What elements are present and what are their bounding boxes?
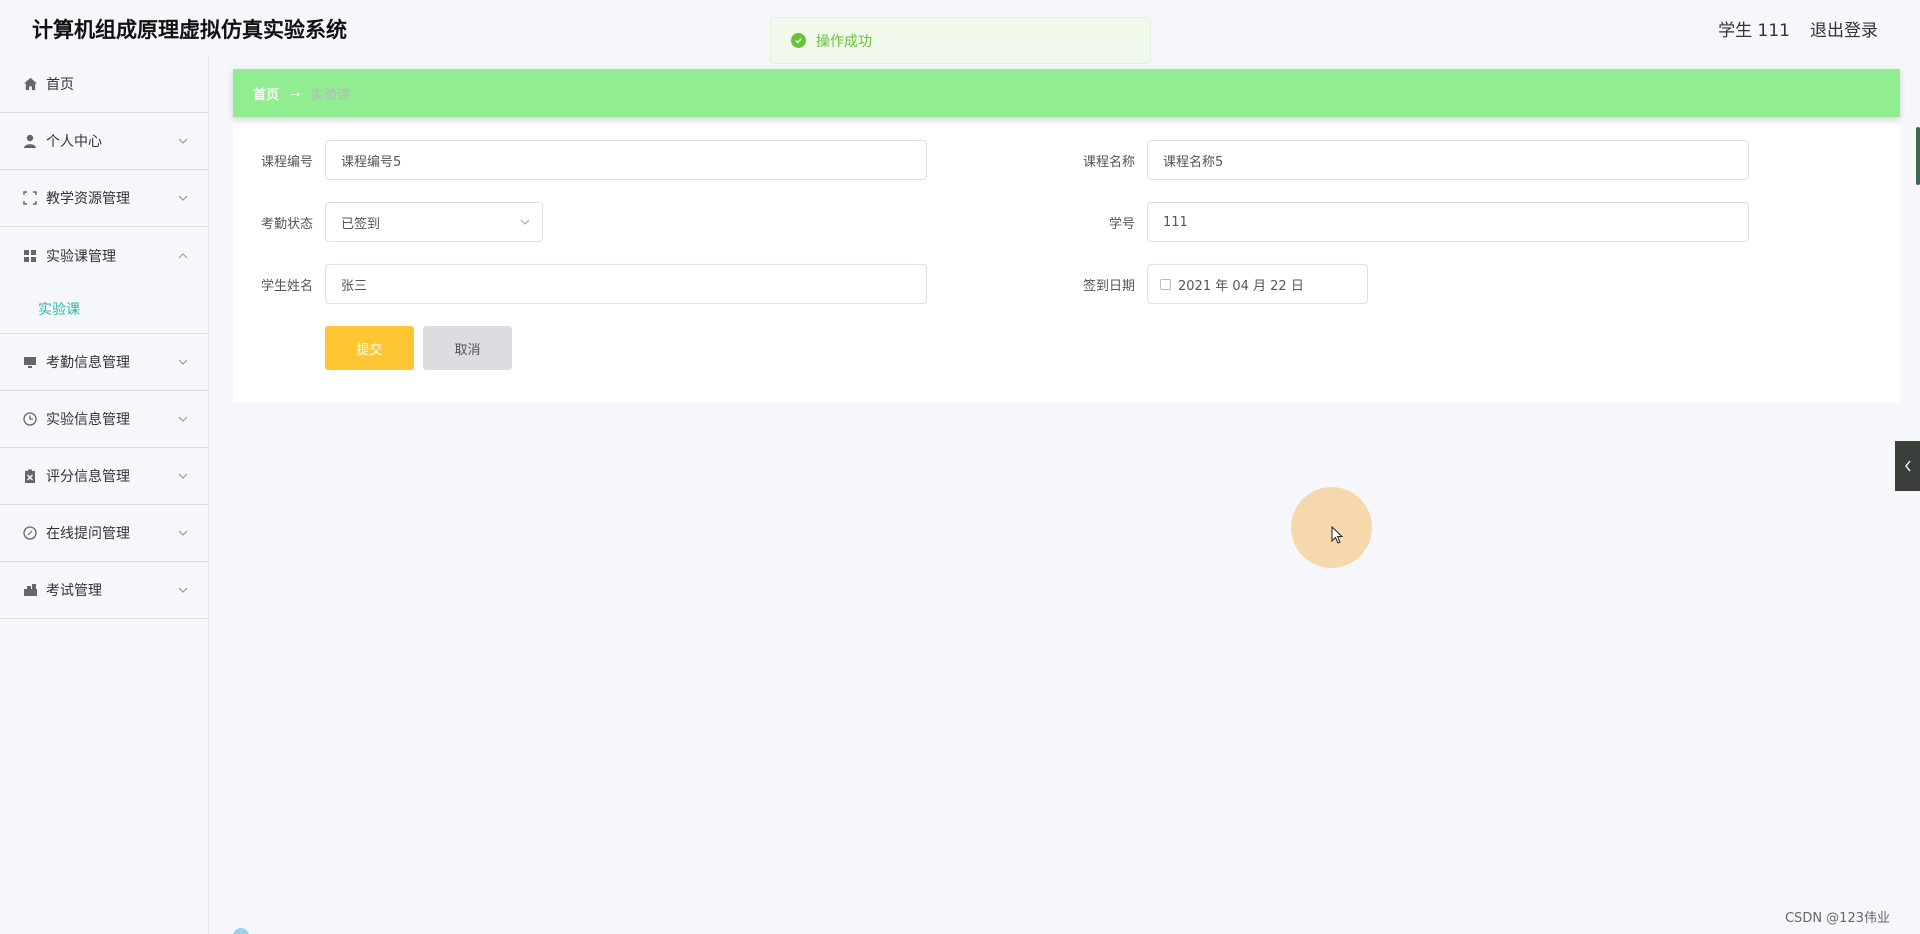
- clipboard-icon: [22, 468, 38, 484]
- student-name-input[interactable]: 张三: [325, 264, 927, 304]
- breadcrumb-current: 实验课: [311, 87, 351, 103]
- grid-icon: [22, 248, 38, 264]
- logout-link[interactable]: 退出登录: [1810, 16, 1878, 41]
- course-name-input[interactable]: 课程名称5: [1147, 140, 1749, 180]
- course-name-label: 课程名称: [1082, 155, 1135, 170]
- user-icon: [22, 133, 38, 149]
- check-circle-icon: [791, 33, 806, 48]
- chevron-down-icon: [520, 219, 530, 225]
- attendance-status-label: 考勤状态: [260, 217, 313, 232]
- sign-date-value: 2021 年 04 月 22 日: [1178, 278, 1304, 294]
- scrollbar-thumb[interactable]: [1916, 127, 1920, 185]
- sidebar-item-label: 个人中心: [46, 134, 102, 150]
- chevron-up-icon: [178, 252, 188, 258]
- success-toast: 操作成功: [770, 17, 1151, 64]
- chevron-down-icon: [178, 195, 188, 201]
- toast-message: 操作成功: [816, 33, 872, 50]
- submit-button[interactable]: 提交: [325, 326, 414, 370]
- sidebar-item-score-info[interactable]: 评分信息管理: [0, 448, 208, 505]
- sidebar-item-personal-center[interactable]: 个人中心: [0, 113, 208, 170]
- course-no-label: 课程编号: [260, 155, 313, 170]
- attendance-status-select[interactable]: 已签到: [325, 202, 543, 242]
- breadcrumb-home-link[interactable]: 首页: [253, 84, 279, 103]
- chevron-down-icon: [178, 473, 188, 479]
- clock-icon: [22, 411, 38, 427]
- sidebar-item-attendance-management[interactable]: 考勤信息管理: [0, 334, 208, 391]
- calendar-icon: [1160, 278, 1171, 290]
- breadcrumb: 首页 → 实验课: [233, 69, 1900, 117]
- attendance-status-value: 已签到: [341, 216, 381, 232]
- sidebar-item-label: 教学资源管理: [46, 191, 130, 207]
- chevron-left-icon: [1904, 460, 1911, 472]
- expand-icon: [22, 190, 38, 206]
- sidebar-item-label: 评分信息管理: [46, 469, 130, 485]
- floating-dot: [233, 928, 249, 934]
- sidebar-item-label: 考试管理: [46, 583, 102, 599]
- course-no-input[interactable]: 课程编号5: [325, 140, 927, 180]
- chevron-down-icon: [178, 359, 188, 365]
- sign-date-label: 签到日期: [1082, 279, 1135, 294]
- sidebar-item-exam-management[interactable]: 考试管理: [0, 562, 208, 619]
- sidebar-subitem-label: 实验课: [38, 301, 80, 318]
- sidebar-item-teaching-resources[interactable]: 教学资源管理: [0, 170, 208, 227]
- cart-icon: [22, 582, 38, 598]
- current-user-label: 学生 111: [1718, 21, 1790, 41]
- sidebar-item-label: 在线提问管理: [46, 526, 130, 542]
- watermark: CSDN @123伟业: [1784, 911, 1890, 926]
- student-no-label: 学号: [1108, 217, 1135, 232]
- chevron-down-icon: [178, 416, 188, 422]
- app-title: 计算机组成原理虚拟仿真实验系统: [32, 18, 347, 42]
- sidebar-subitem-lab-course[interactable]: 实验课: [0, 284, 208, 334]
- sidebar-item-label: 实验课管理: [46, 248, 116, 265]
- student-no-input[interactable]: 111: [1147, 202, 1749, 242]
- student-name-label: 学生姓名: [260, 279, 313, 294]
- collapse-panel-tab[interactable]: [1895, 441, 1920, 491]
- sidebar-item-online-questions[interactable]: 在线提问管理: [0, 505, 208, 562]
- compass-icon: [22, 525, 38, 541]
- sidebar-item-label: 实验信息管理: [46, 412, 130, 428]
- chevron-down-icon: [178, 587, 188, 593]
- edit-form-panel: 课程编号 课程编号5 课程名称 课程名称5 考勤状态 已签到 学号 111 学生…: [233, 124, 1900, 403]
- sidebar-item-experiment-info[interactable]: 实验信息管理: [0, 391, 208, 448]
- sidebar-item-label: 考勤信息管理: [46, 355, 130, 371]
- chevron-down-icon: [178, 138, 188, 144]
- home-icon: [22, 76, 38, 92]
- cancel-button[interactable]: 取消: [423, 326, 512, 370]
- chevron-down-icon: [178, 530, 188, 536]
- monitor-icon: [22, 354, 38, 370]
- breadcrumb-arrow-icon: →: [287, 84, 304, 101]
- sign-date-picker[interactable]: 2021 年 04 月 22 日: [1147, 264, 1368, 304]
- sidebar: 首页 个人中心 教学资源管理 实验课管理 实验课 考勤信息管理 实验信息管理 评…: [0, 56, 209, 934]
- sidebar-item-lab-course-management[interactable]: 实验课管理: [0, 227, 208, 284]
- mouse-cursor-icon: [1331, 526, 1344, 544]
- sidebar-item-home[interactable]: 首页: [0, 56, 208, 113]
- sidebar-item-label: 首页: [46, 77, 74, 93]
